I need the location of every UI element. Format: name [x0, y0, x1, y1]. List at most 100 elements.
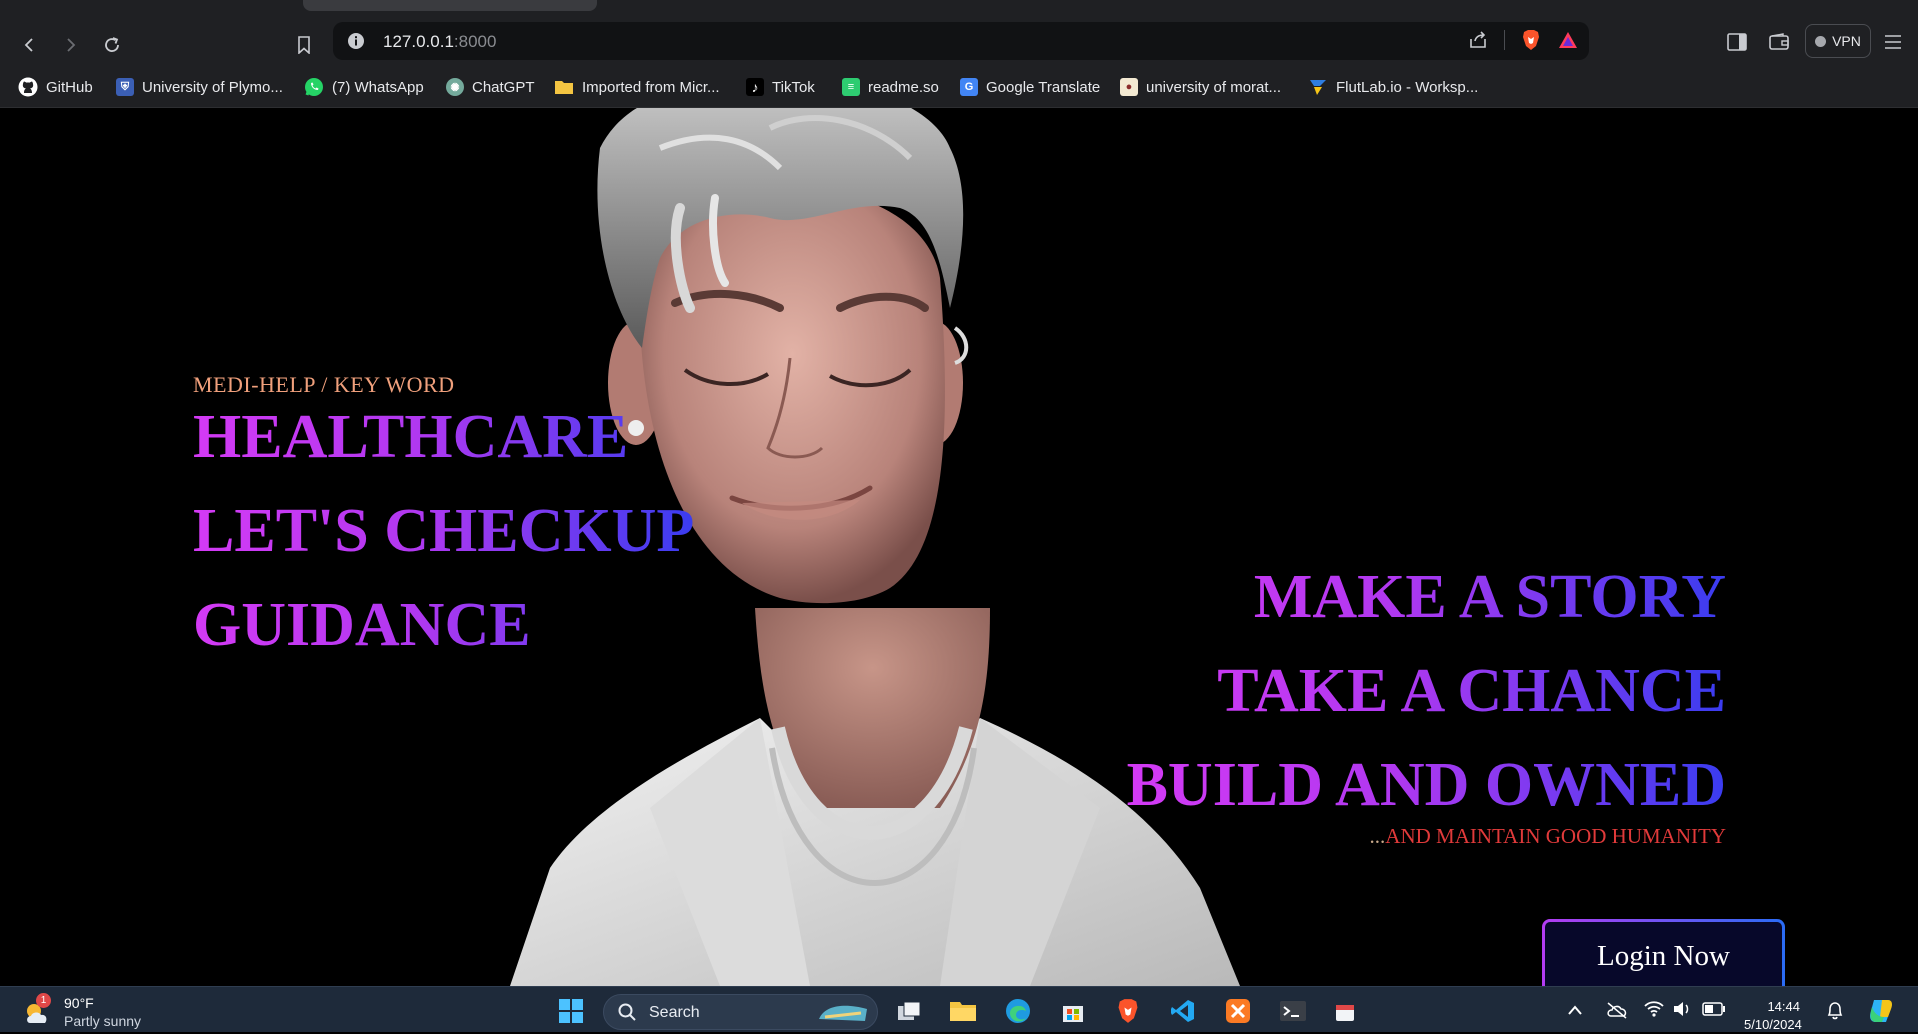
bookmark-label: TikTok	[772, 78, 815, 96]
chevron-right-icon	[67, 38, 76, 52]
hero-right-copy: MAKE A STORY TAKE A CHANCE BUILD AND OWN…	[1127, 550, 1726, 849]
brave-rewards-icon[interactable]	[1557, 30, 1579, 50]
bookmark-whatsapp[interactable]: (7) WhatsApp	[304, 76, 424, 98]
github-icon	[18, 77, 38, 97]
volume-icon[interactable]	[1672, 1001, 1692, 1017]
brave-icon	[1118, 999, 1138, 1023]
store-icon	[1063, 1006, 1083, 1022]
chatgpt-icon: ✺	[446, 78, 464, 96]
microsoft-store-button[interactable]	[1058, 997, 1088, 1025]
hero-headline-line: HEALTHCARE	[193, 390, 694, 484]
menu-icon[interactable]	[1884, 34, 1902, 50]
bookmark-chatgpt[interactable]: ✺ ChatGPT	[446, 76, 535, 98]
bookmark-label: FlutLab.io - Worksp...	[1336, 78, 1479, 96]
google-translate-icon: G	[960, 78, 978, 96]
tab-strip	[0, 0, 1918, 17]
hero-headline-line: GUIDANCE	[193, 578, 694, 672]
share-icon[interactable]	[1468, 30, 1488, 50]
file-explorer-button[interactable]	[948, 997, 978, 1025]
system-clock[interactable]: 14:44 5/10/2024	[1744, 998, 1802, 1034]
vscode-button[interactable]	[1168, 997, 1198, 1025]
brave-shields-icon[interactable]	[1521, 29, 1541, 51]
hero-left-copy: MEDI-HELP / KEY WORD HEALTHCARE LET'S CH…	[193, 372, 694, 672]
url-host: 127.0.0.1	[383, 32, 454, 51]
bookmark-imported-folder[interactable]: Imported from Micr...	[554, 76, 720, 98]
back-button[interactable]	[14, 29, 46, 61]
slogan-line: TAKE A CHANCE	[1127, 644, 1726, 738]
url-port: :8000	[453, 32, 497, 51]
active-tab[interactable]	[303, 0, 597, 11]
copilot-icon[interactable]	[1866, 997, 1896, 1025]
moratuwa-crest-icon: ●	[1120, 78, 1138, 96]
vpn-label: VPN	[1832, 33, 1861, 49]
omnibox-divider	[1504, 30, 1505, 50]
browser-toolbar: 127.0.0.1:8000 VPN	[0, 17, 1918, 65]
bookmark-label: ChatGPT	[472, 78, 535, 96]
hero-headline-line: LET'S CHECKUP	[193, 484, 694, 578]
bookmark-flutlab[interactable]: FlutLab.io - Worksp...	[1308, 76, 1478, 98]
start-button[interactable]	[556, 997, 586, 1025]
clock-time: 14:44	[1767, 999, 1800, 1014]
notification-bell-icon[interactable]	[1826, 1001, 1844, 1021]
weather-description: Partly sunny	[64, 1013, 142, 1029]
reload-icon	[105, 37, 119, 52]
taskbar-search[interactable]: Search	[603, 994, 878, 1030]
sidebar-toggle-icon[interactable]	[1727, 33, 1747, 51]
vscode-icon	[1171, 1000, 1194, 1022]
windows-logo-icon	[559, 999, 583, 1023]
tagline-text: AND MAINTAIN GOOD HUMANITY	[1385, 824, 1726, 848]
bookmark-github[interactable]: GitHub	[18, 76, 93, 98]
info-icon[interactable]	[347, 32, 365, 50]
battery-icon[interactable]	[1702, 1002, 1726, 1016]
bookmark-university-of-moratuwa[interactable]: ● university of morat...	[1120, 76, 1281, 98]
brave-browser-button[interactable]	[1113, 997, 1143, 1025]
search-highlight-icon	[819, 1005, 867, 1021]
onedrive-off-icon[interactable]	[1606, 1001, 1628, 1019]
bookmark-google-translate[interactable]: G Google Translate	[960, 76, 1100, 98]
terminal-icon	[1280, 1001, 1306, 1021]
vpn-status-icon	[1815, 35, 1827, 47]
wifi-icon[interactable]	[1644, 1001, 1664, 1017]
terminal-button[interactable]	[1278, 997, 1308, 1025]
folder-icon	[555, 81, 573, 94]
address-bar[interactable]: 127.0.0.1:8000	[333, 22, 1589, 60]
weather-temperature: 90°F	[64, 995, 94, 1011]
bookmark-label: Google Translate	[986, 78, 1101, 96]
slogan-line: BUILD AND OWNED	[1127, 738, 1726, 832]
search-label: Search	[649, 1004, 700, 1021]
task-view-icon	[898, 1001, 921, 1020]
tiktok-icon: ♪	[746, 78, 764, 96]
university-crest-icon: ⛨	[116, 78, 134, 96]
url-text[interactable]: 127.0.0.1:8000	[383, 32, 496, 52]
chevron-up-icon[interactable]	[1568, 1005, 1582, 1015]
forward-button[interactable]	[54, 29, 86, 61]
bookmark-icon	[298, 36, 310, 54]
bookmark-readme-so[interactable]: ≡ readme.so	[842, 76, 939, 98]
weather-widget[interactable]: 1 90°F Partly sunny	[22, 993, 182, 1033]
wallet-icon[interactable]	[1769, 33, 1789, 51]
xampp-button[interactable]	[1223, 997, 1253, 1025]
flutlab-icon	[1310, 80, 1326, 95]
edge-button[interactable]	[1003, 997, 1033, 1025]
folder-icon	[950, 1002, 976, 1021]
bookmark-tiktok[interactable]: ♪ TikTok	[746, 76, 815, 98]
xampp-icon	[1226, 999, 1250, 1023]
search-icon	[618, 1003, 636, 1021]
app-button[interactable]	[1330, 997, 1360, 1025]
bookmark-university-of-plymouth[interactable]: ⛨ University of Plymo...	[116, 76, 283, 98]
bookmarks-bar: GitHub ⛨ University of Plymo... (7) What…	[0, 65, 1918, 108]
calendar-app-icon	[1336, 1005, 1354, 1021]
bookmark-label: GitHub	[46, 78, 93, 96]
taskbar: 1 90°F Partly sunny Search 14:44 5/10/20…	[0, 986, 1918, 1032]
bookmark-page-button[interactable]	[288, 29, 320, 61]
vpn-button[interactable]: VPN	[1805, 24, 1871, 58]
bookmark-label: Imported from Micr...	[582, 78, 720, 96]
task-view-button[interactable]	[894, 997, 924, 1025]
edge-icon	[1006, 999, 1030, 1023]
readme-icon: ≡	[842, 78, 860, 96]
reload-button[interactable]	[96, 29, 128, 61]
login-now-button[interactable]: Login Now	[1542, 919, 1785, 986]
weather-alert-badge: 1	[36, 993, 51, 1008]
bookmark-label: university of morat...	[1146, 78, 1282, 96]
tagline-dots: ...	[1369, 824, 1386, 848]
